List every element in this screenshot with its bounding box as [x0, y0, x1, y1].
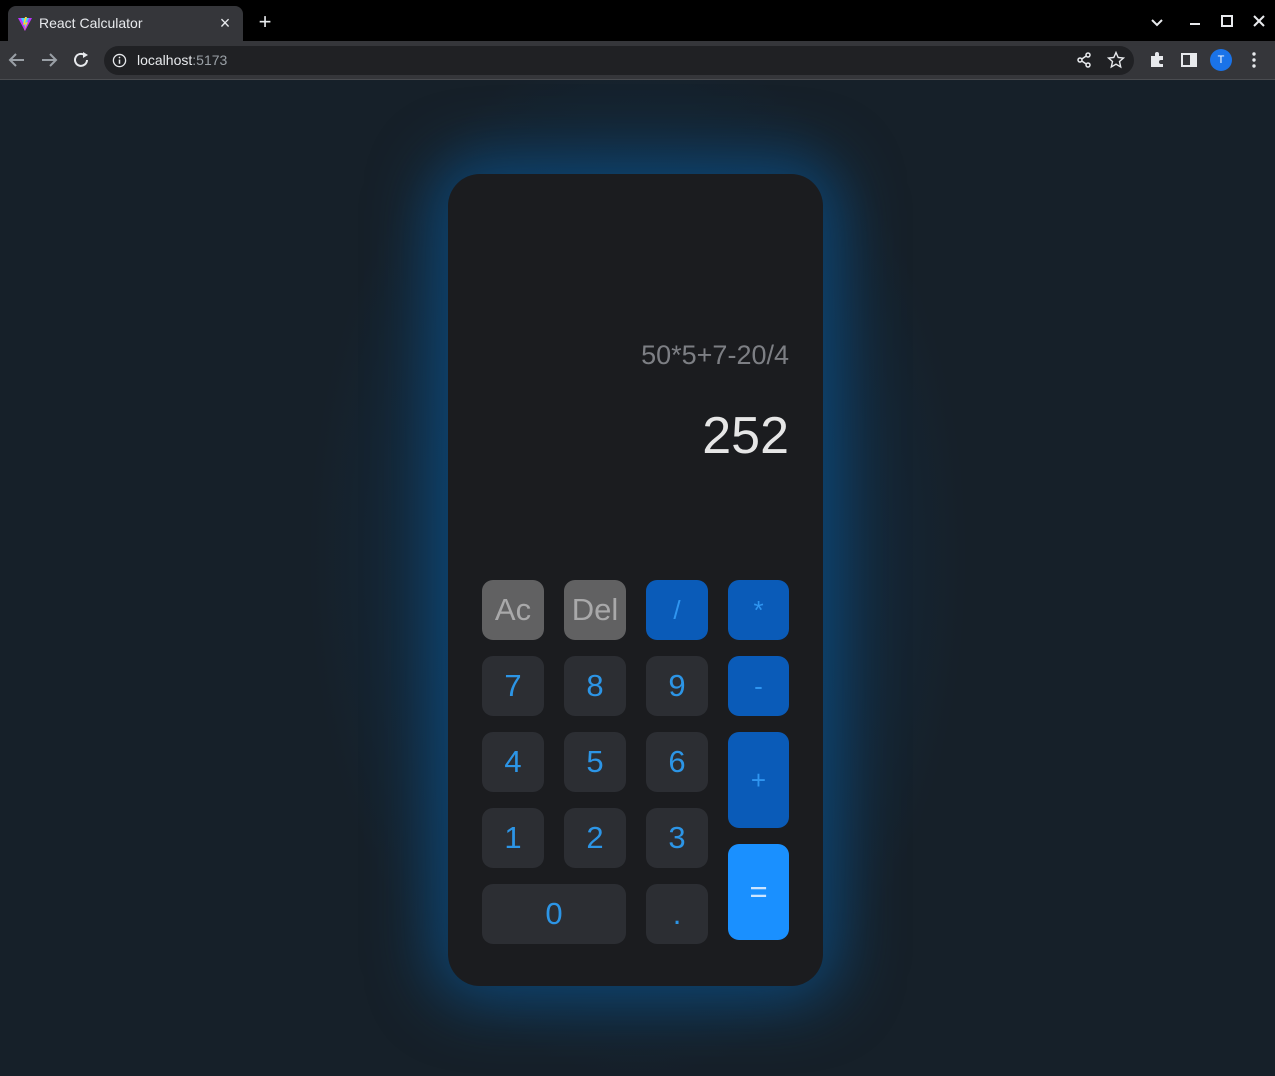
digit-3-button[interactable]: 3	[646, 808, 708, 868]
forward-arrow-icon[interactable]	[38, 49, 60, 71]
close-window-icon[interactable]	[1247, 10, 1271, 34]
browser-toolbar: localhost:5173 T	[0, 41, 1275, 79]
digit-6-button[interactable]: 6	[646, 732, 708, 792]
calculator: 50*5+7-20/4 252 Ac Del / * 7 8 9 - 4 5 6…	[448, 174, 823, 986]
share-icon[interactable]	[1075, 51, 1093, 69]
digit-9-button[interactable]: 9	[646, 656, 708, 716]
profile-avatar[interactable]: T	[1210, 49, 1232, 71]
minimize-icon[interactable]	[1183, 10, 1207, 34]
tab-close-icon[interactable]: ×	[215, 13, 235, 33]
site-info-icon[interactable]	[112, 53, 127, 68]
extensions-puzzle-icon[interactable]	[1147, 50, 1167, 70]
url-text: localhost:5173	[137, 52, 227, 68]
expression-display: 50*5+7-20/4	[641, 340, 789, 370]
subtract-button[interactable]: -	[728, 656, 789, 716]
side-panel-icon[interactable]	[1179, 50, 1199, 70]
digit-7-button[interactable]: 7	[482, 656, 544, 716]
url-port: :5173	[192, 52, 228, 68]
decimal-point-button[interactable]: .	[646, 884, 708, 944]
bookmark-star-icon[interactable]	[1107, 51, 1125, 69]
browser-tab[interactable]: React Calculator ×	[8, 6, 243, 41]
digit-1-button[interactable]: 1	[482, 808, 544, 868]
all-clear-button[interactable]: Ac	[482, 580, 544, 640]
page-viewport: 50*5+7-20/4 252 Ac Del / * 7 8 9 - 4 5 6…	[0, 80, 1275, 1076]
address-bar[interactable]: localhost:5173	[104, 46, 1134, 75]
tab-title: React Calculator	[39, 15, 143, 31]
url-host: localhost	[137, 52, 193, 68]
divide-button[interactable]: /	[646, 580, 708, 640]
digit-0-button[interactable]: 0	[482, 884, 626, 944]
digit-4-button[interactable]: 4	[482, 732, 544, 792]
digit-2-button[interactable]: 2	[564, 808, 626, 868]
equals-button[interactable]: =	[728, 844, 789, 940]
tab-search-chevron-icon[interactable]	[1145, 10, 1169, 34]
new-tab-icon[interactable]: +	[255, 11, 275, 33]
browser-menu-icon[interactable]	[1244, 50, 1264, 70]
maximize-icon[interactable]	[1215, 10, 1239, 34]
browser-title-bar: React Calculator × +	[0, 0, 1275, 41]
back-arrow-icon[interactable]	[6, 49, 28, 71]
multiply-button[interactable]: *	[728, 580, 789, 640]
digit-8-button[interactable]: 8	[564, 656, 626, 716]
digit-5-button[interactable]: 5	[564, 732, 626, 792]
reload-icon[interactable]	[70, 49, 92, 71]
vite-favicon-icon	[18, 17, 32, 31]
delete-button[interactable]: Del	[564, 580, 626, 640]
result-display: 252	[702, 407, 789, 465]
add-button[interactable]: +	[728, 732, 789, 828]
